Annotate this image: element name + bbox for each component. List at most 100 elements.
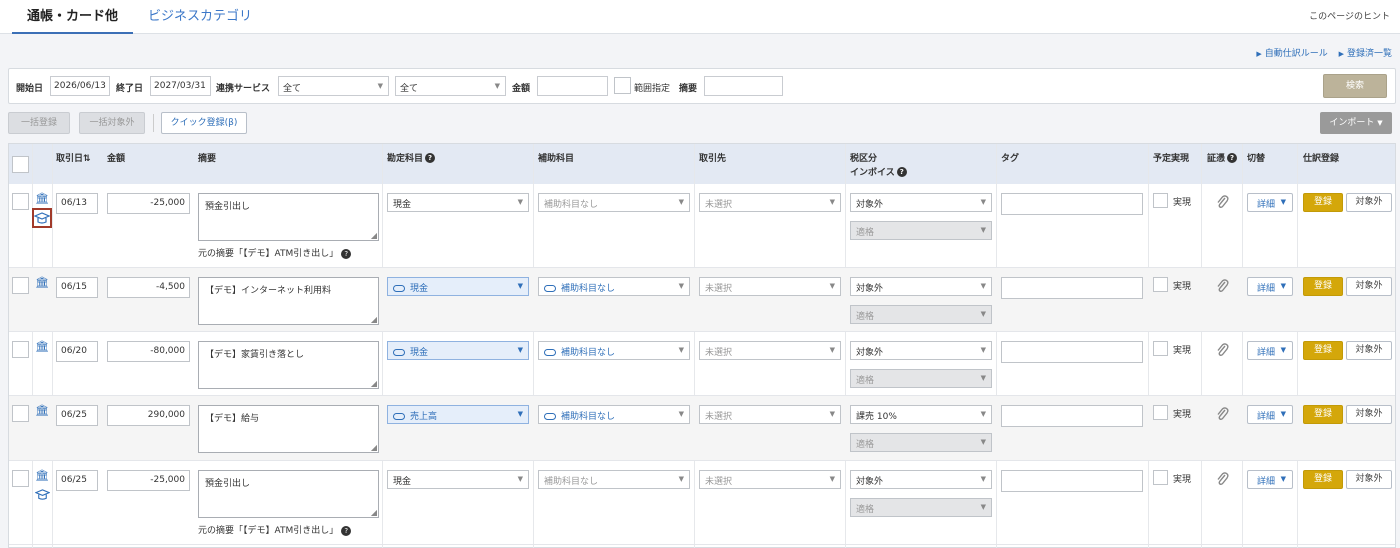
memo-textarea[interactable]: 預金引出し ◢ — [198, 470, 379, 518]
tag-input[interactable] — [1001, 405, 1143, 427]
account-select[interactable]: 現金 ▼ — [387, 193, 529, 212]
date-input[interactable]: 06/20 — [56, 341, 98, 362]
exclude-button[interactable]: 対象外 — [1346, 470, 1392, 489]
date-input[interactable]: 06/25 — [56, 405, 98, 426]
partner-select[interactable]: 未選択 ▼ — [699, 341, 841, 360]
description-input[interactable] — [704, 76, 783, 96]
tag-input[interactable] — [1001, 470, 1143, 492]
tax-select[interactable]: 対象外 ▼ — [850, 193, 992, 212]
register-button[interactable]: 登録 — [1303, 470, 1343, 489]
planned-checkbox[interactable] — [1153, 341, 1168, 356]
select-all-checkbox[interactable] — [12, 156, 29, 173]
subaccount-select[interactable]: 補助科目なし ▼ — [538, 277, 690, 296]
detail-button[interactable]: 詳細 ▼ — [1247, 277, 1293, 296]
resize-grip-icon[interactable]: ◢ — [371, 379, 377, 388]
detail-button[interactable]: 詳細 ▼ — [1247, 470, 1293, 489]
row-checkbox[interactable] — [12, 470, 29, 487]
partner-select[interactable]: 未選択 ▼ — [699, 277, 841, 296]
graduation-cap-icon[interactable] — [34, 487, 51, 502]
subaccount-select[interactable]: 補助科目なし ▼ — [538, 193, 690, 212]
end-date-input[interactable]: 2027/03/31 — [150, 76, 211, 96]
tab-bank-cards[interactable]: 通帳・カード他 — [12, 0, 133, 34]
register-button[interactable]: 登録 — [1303, 277, 1343, 296]
tab-business-category[interactable]: ビジネスカテゴリ — [148, 0, 252, 34]
tag-input[interactable] — [1001, 193, 1143, 215]
amount-input[interactable]: -25,000 — [107, 193, 190, 214]
account-select[interactable]: 現金 ▼ — [387, 470, 529, 489]
import-button[interactable]: インポート ▼ — [1320, 112, 1392, 134]
help-icon[interactable]: ? — [425, 153, 436, 163]
register-button[interactable]: 登録 — [1303, 341, 1343, 360]
partner-select[interactable]: 未選択 ▼ — [699, 470, 841, 489]
page-hint-link[interactable]: このページのヒント — [1309, 9, 1390, 22]
date-input[interactable]: 06/13 — [56, 193, 98, 214]
subaccount-select[interactable]: 補助科目なし ▼ — [538, 405, 690, 424]
row-checkbox[interactable] — [12, 193, 29, 210]
memo-textarea[interactable]: 【デモ】インターネット利用料 ◢ — [198, 277, 379, 325]
amount-input[interactable]: -4,500 — [107, 277, 190, 298]
register-button[interactable]: 登録 — [1303, 405, 1343, 424]
partner-select[interactable]: 未選択 ▼ — [699, 405, 841, 424]
planned-checkbox[interactable] — [1153, 405, 1168, 420]
help-icon[interactable]: ? — [896, 167, 907, 177]
planned-checkbox[interactable] — [1153, 470, 1168, 485]
paperclip-icon[interactable] — [1215, 342, 1229, 358]
partner-select[interactable]: 未選択 ▼ — [699, 193, 841, 212]
account-select[interactable]: 売上高 ▼ — [387, 405, 529, 424]
range-checkbox[interactable] — [614, 77, 631, 94]
tax-select[interactable]: 対象外 ▼ — [850, 470, 992, 489]
tag-input[interactable] — [1001, 277, 1143, 299]
help-icon[interactable]: ? — [341, 249, 352, 259]
amount-input[interactable]: 290,000 — [107, 405, 190, 426]
subaccount-select[interactable]: 補助科目なし ▼ — [538, 341, 690, 360]
detail-button[interactable]: 詳細 ▼ — [1247, 405, 1293, 424]
memo-textarea[interactable]: 【デモ】家賃引き落とし ◢ — [198, 341, 379, 389]
paperclip-icon[interactable] — [1215, 278, 1229, 294]
amount-input[interactable]: -25,000 — [107, 470, 190, 491]
amount-input[interactable] — [537, 76, 608, 96]
row-checkbox[interactable] — [12, 277, 29, 294]
account-select[interactable]: 現金 ▼ — [387, 277, 529, 296]
tax-select[interactable]: 対象外 ▼ — [850, 341, 992, 360]
tax-select[interactable]: 対象外 ▼ — [850, 277, 992, 296]
header-date[interactable]: 取引日⇅ — [56, 152, 91, 166]
paperclip-icon[interactable] — [1215, 471, 1229, 487]
planned-checkbox[interactable] — [1153, 277, 1168, 292]
exclude-button[interactable]: 対象外 — [1346, 405, 1392, 424]
exclude-button[interactable]: 対象外 — [1346, 193, 1392, 212]
graduation-cap-icon[interactable] — [32, 208, 52, 228]
start-date-input[interactable]: 2026/06/13 — [50, 76, 110, 96]
memo-textarea[interactable]: 預金引出し ◢ — [198, 193, 379, 241]
bulk-exclude-button[interactable]: 一括対象外 — [79, 112, 145, 134]
bulk-register-button[interactable]: 一括登録 — [8, 112, 70, 134]
register-button[interactable]: 登録 — [1303, 193, 1343, 212]
exclude-button[interactable]: 対象外 — [1346, 277, 1392, 296]
tax-select[interactable]: 課売 10% ▼ — [850, 405, 992, 424]
amount-input[interactable]: -80,000 — [107, 341, 190, 362]
paperclip-icon[interactable] — [1215, 194, 1229, 210]
resize-grip-icon[interactable]: ◢ — [371, 443, 377, 452]
subaccount-select[interactable]: 補助科目なし ▼ — [538, 470, 690, 489]
help-icon[interactable]: ? — [341, 526, 352, 536]
account-select[interactable]: 全て ▼ — [395, 76, 506, 96]
tag-input[interactable] — [1001, 341, 1143, 363]
memo-textarea[interactable]: 【デモ】給与 ◢ — [198, 405, 379, 453]
row-checkbox[interactable] — [12, 405, 29, 422]
date-input[interactable]: 06/25 — [56, 470, 98, 491]
planned-checkbox[interactable] — [1153, 193, 1168, 208]
date-input[interactable]: 06/15 — [56, 277, 98, 298]
paperclip-icon[interactable] — [1215, 406, 1229, 422]
resize-grip-icon[interactable]: ◢ — [371, 315, 377, 324]
help-icon[interactable]: ? — [1227, 153, 1238, 163]
detail-button[interactable]: 詳細 ▼ — [1247, 193, 1293, 212]
exclude-button[interactable]: 対象外 — [1346, 341, 1392, 360]
search-button[interactable]: 検索 — [1323, 74, 1387, 98]
service-select[interactable]: 全て ▼ — [278, 76, 389, 96]
detail-button[interactable]: 詳細 ▼ — [1247, 341, 1293, 360]
auto-rules-link[interactable]: ▶ 自動仕訳ルール — [1256, 49, 1327, 59]
resize-grip-icon[interactable]: ◢ — [371, 508, 377, 517]
row-checkbox[interactable] — [12, 341, 29, 358]
registered-list-link[interactable]: ▶ 登録済一覧 — [1339, 49, 1392, 59]
account-select[interactable]: 現金 ▼ — [387, 341, 529, 360]
resize-grip-icon[interactable]: ◢ — [371, 231, 377, 240]
